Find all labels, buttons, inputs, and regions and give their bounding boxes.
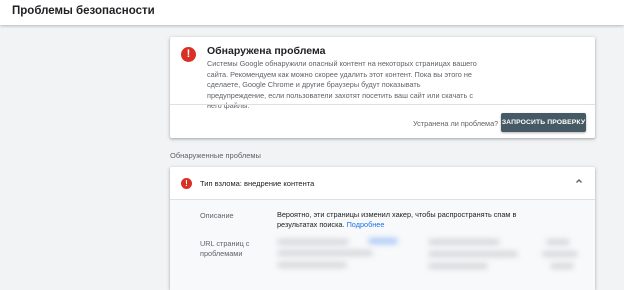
issue-header[interactable]: ! Тип взлома: внедрение контента xyxy=(170,167,595,199)
issue-card: ! Тип взлома: внедрение контента Описани… xyxy=(170,167,595,290)
blurred-url-placeholder xyxy=(542,251,578,257)
learn-more-link[interactable]: Подробнее xyxy=(347,220,385,229)
fixed-question-label: Устранена ли проблема? xyxy=(413,119,499,128)
blurred-url-placeholder xyxy=(277,239,349,245)
blurred-url-placeholder xyxy=(368,238,398,244)
description-label: Описание xyxy=(200,211,234,220)
security-alert-card: ! Обнаружена проблема Системы Google обн… xyxy=(170,37,595,138)
blurred-url-placeholder xyxy=(277,250,373,256)
blurred-url-placeholder xyxy=(546,239,570,245)
affected-urls-label: URL страниц с проблемами xyxy=(200,239,250,258)
exclamation-icon: ! xyxy=(181,47,196,62)
page-header: Проблемы безопасности xyxy=(0,0,624,25)
chevron-up-icon[interactable] xyxy=(574,176,584,186)
blurred-url-placeholder xyxy=(428,239,500,245)
page-title: Проблемы безопасности xyxy=(12,5,155,17)
divider xyxy=(170,104,595,105)
blurred-url-placeholder xyxy=(550,263,574,269)
description-body: Вероятно, эти страницы изменил хакер, чт… xyxy=(277,210,517,230)
blurred-url-placeholder xyxy=(428,251,518,257)
issue-details: Описание Вероятно, эти страницы изменил … xyxy=(170,200,595,290)
alert-title: Обнаружена проблема xyxy=(207,45,326,57)
description-text: Вероятно, эти страницы изменил хакер, чт… xyxy=(277,210,527,231)
issue-title: Тип взлома: внедрение контента xyxy=(200,179,315,188)
exclamation-icon: ! xyxy=(181,178,192,189)
blurred-url-placeholder xyxy=(277,262,347,268)
detected-issues-label: Обнаруженные проблемы xyxy=(170,151,261,160)
blurred-url-placeholder xyxy=(428,263,488,269)
request-review-button[interactable]: ЗАПРОСИТЬ ПРОВЕРКУ xyxy=(501,113,586,132)
